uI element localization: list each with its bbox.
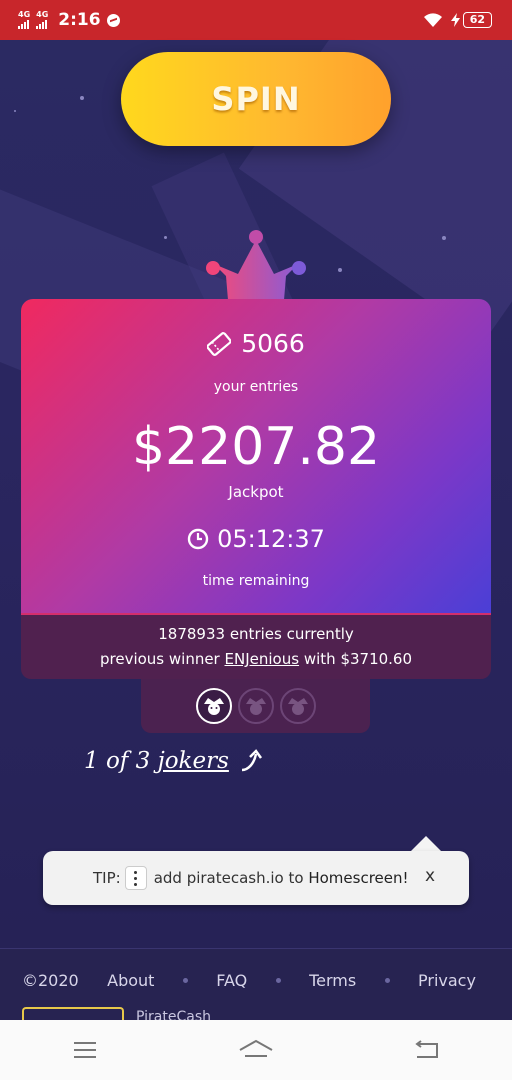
tip-close-button[interactable]: x [419,865,441,887]
homescreen-tip: TIP: add piratecash.io to Homescreen! x [43,851,469,905]
jackpot-stats: 1878933 entries currently previous winne… [21,613,491,679]
jester-crown-icon [206,230,306,300]
nav-back-button[interactable] [407,1035,447,1065]
star [442,236,446,240]
messenger-icon [106,13,120,27]
status-right: 62 [423,12,492,28]
ticket-icon [207,331,232,356]
joker-icon [287,698,308,715]
tip-text-main: add piratecash.io to [153,869,304,887]
home-icon [239,1039,273,1057]
jackpot-card: 5066 your entries $2207.82 Jackpot 05:12… [21,299,491,615]
entries-label: your entries [213,379,299,395]
tip-text-homescreen: Homescreen! [308,869,409,887]
separator-dot [182,978,188,983]
footer-link-about[interactable]: About [107,971,154,990]
nav-home-button[interactable] [236,1035,276,1065]
joker-icon [245,698,266,715]
previous-winner-amount: $3710.60 [340,650,413,668]
timer-row: 05:12:37 [21,525,491,553]
jackpot-amount: $2207.82 [131,417,381,477]
footer-links: ©2020 About FAQ Terms Privacy [22,971,476,990]
separator-dot [384,978,390,983]
system-nav-bar [0,1020,512,1080]
charging-bolt-icon [450,13,460,27]
previous-winner-link[interactable]: ENJenious [225,650,300,668]
copyright: ©2020 [22,971,79,990]
network-type-2: 4G [36,10,49,19]
clock-icon [187,528,209,550]
joker-token-inactive[interactable] [279,688,316,724]
entries-count: 5066 [241,329,305,358]
tip-text: add piratecash.io to Homescreen! [154,869,409,887]
time-remaining-value: 05:12:37 [217,525,325,553]
tip-label: TIP: [93,869,121,887]
previous-winner-line: previous winner ENJenious with $3710.60 [21,647,491,672]
time-remaining-label: time remaining [202,573,310,589]
nav-menu-button[interactable] [65,1035,105,1065]
status-bar: 4G 4G 2:16 62 [0,0,512,40]
footer-link-privacy[interactable]: Privacy [418,971,476,990]
separator-dot [275,978,281,983]
signal-icon [18,19,30,29]
battery-level: 62 [462,12,492,28]
kebab-menu-icon [124,866,147,890]
previous-winner-with: with [303,650,336,668]
wifi-icon [423,13,442,27]
curved-arrow-icon [242,749,263,772]
jackpot-label: Jackpot [228,483,284,501]
footer-link-faq[interactable]: FAQ [216,971,247,990]
previous-winner-label: previous winner [99,650,220,668]
site-footer: ©2020 About FAQ Terms Privacy PirateCash [0,948,512,1029]
network-indicator-2: 4G [36,11,48,29]
status-time: 2:16 [58,10,101,30]
signal-icon [36,19,48,29]
joker-token-inactive[interactable] [237,688,274,724]
joker-icon [203,698,224,715]
entries-row: 5066 [21,329,491,358]
joker-token-active[interactable] [195,688,232,724]
jokers-link[interactable]: jokers [158,748,229,774]
star [14,110,16,112]
tip-pointer [410,836,442,852]
battery-indicator: 62 [450,12,492,28]
back-icon [414,1040,438,1058]
menu-icon [74,1042,97,1058]
network-type-1: 4G [18,10,31,19]
network-indicator-1: 4G [18,11,30,29]
total-entries-text: 1878933 entries currently [158,625,354,643]
footer-link-terms[interactable]: Terms [309,971,356,990]
jokers-count-note: 1 of 3 jokers [84,748,268,774]
jokers-count: 1 of 3 [84,748,151,774]
star [80,96,84,100]
joker-tray [141,679,370,733]
star [338,268,342,272]
star [164,236,167,239]
spin-button[interactable]: SPIN [121,52,391,146]
status-left: 4G 4G 2:16 [18,10,120,30]
